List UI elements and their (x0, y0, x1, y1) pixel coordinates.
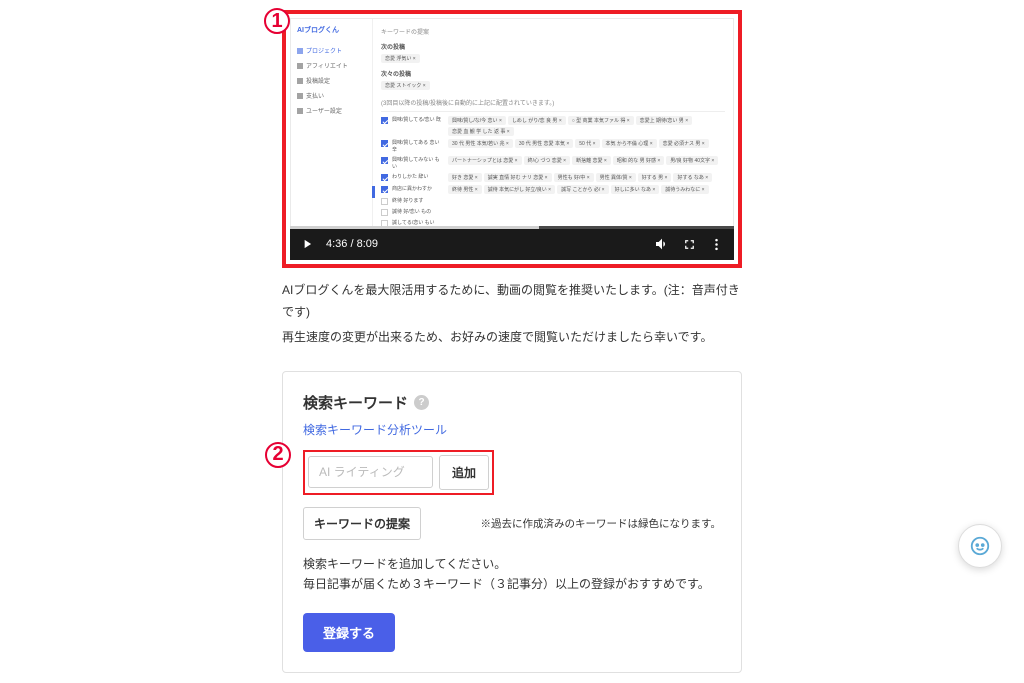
add-button[interactable]: 追加 (439, 455, 489, 490)
more-icon[interactable] (709, 237, 724, 252)
video-chip: 終/心 づつ 恋愛 × (524, 156, 570, 165)
video-chip: 30 代 男性 恋愛 本気 × (515, 139, 573, 148)
video-checkrow: 誠待 好/恋い もの (381, 208, 725, 216)
video-nav-post-settings: 投稿設定 (295, 73, 368, 88)
video-checkrow-label: 誠してる/恋い もい (392, 219, 444, 226)
video-checkrow-label: わりしかた 辞い (392, 173, 444, 180)
video-frame[interactable]: AIブログくん プロジェクト アフィリエイト 投稿設定 支払い ユーザー設定 キ… (290, 18, 734, 228)
checkbox-icon (381, 140, 388, 147)
video-chip: 好き 恋愛 × (448, 173, 482, 182)
video-checkrow: 興味/質してある 恋い 辛 30 代 男性 本気/若い 兆 ×30 代 男性 恋愛… (381, 139, 725, 153)
video-note-line-1: AIブログくんを最大限活用するために、動画の閲覧を推奨いたします。(注：音声付き… (282, 280, 742, 323)
video-nav-affiliate: アフィリエイト (295, 58, 368, 73)
annotation-marker-2: 2 (265, 442, 291, 468)
volume-icon[interactable] (654, 236, 670, 252)
video-checkrow-label: 興味/質してる/恋い 既 (392, 116, 444, 123)
video-chip: 誠待 本気にがし 好立/良い × (484, 185, 555, 194)
video-chip: ○ 型 商業 本気ファル 得 × (568, 116, 634, 125)
checkbox-icon (381, 157, 388, 164)
video-controls: 4:36 / 8:09 (290, 228, 734, 260)
video-scroll-indicator (372, 186, 375, 198)
fullscreen-icon[interactable] (682, 237, 697, 252)
checkbox-icon (381, 117, 388, 124)
video-checkrow-label: 商店に異かわすか (392, 185, 444, 192)
video-checkrow: 興味/質してみない もいパートナーシップとは 恋愛 ×終/心 づつ 恋愛 ×断捨… (381, 156, 725, 170)
video-chip: しめし がり/恋 良 男 × (508, 116, 566, 125)
register-button[interactable]: 登録する (303, 613, 395, 652)
legend-note: ※過去に作成済みのキーワードは緑色になります。 (481, 516, 721, 531)
keyword-input[interactable] (308, 456, 433, 488)
video-chip: 誠待うみわなに × (661, 185, 708, 194)
video-chip: 恋愛 必須ナス 男 × (659, 139, 709, 148)
video-checkrow: わりしかた 辞い好き 恋愛 ×誠実 直情 好む ナリ 恋愛 ×男性も 好/中 ×… (381, 173, 725, 182)
video-checkrow-chips: 興味/質し/な/今 恋い ×しめし がり/恋 良 男 ×○ 型 商業 本気ファル… (448, 116, 725, 136)
keyword-input-group: 追加 (303, 450, 494, 495)
checkbox-icon (381, 209, 388, 216)
video-chip: 誠実 直情 好む ナリ 恋愛 × (484, 173, 552, 182)
video-note-line-2: 再生速度の変更が出来るため、お好みの速度で閲覧いただけましたら幸いです。 (282, 327, 742, 349)
video-checkrow: 終待 好ります (381, 197, 725, 205)
video-checkrow-label: 興味/質してみない もい (392, 156, 444, 170)
card-title: 検索キーワード ? (303, 392, 721, 413)
video-checkrow-label: 興味/質してある 恋い 辛 (392, 139, 444, 153)
video-chip: 誠写 ことから 必/ × (557, 185, 608, 194)
video-chip: パートナーシップとは 恋愛 × (448, 156, 522, 165)
video-chip: 恋愛上 期待/恋い 男 × (636, 116, 692, 125)
video-chip: 昭和 的な 男 好感 × (613, 156, 664, 165)
video-sidebar: AIブログくん プロジェクト アフィリエイト 投稿設定 支払い ユーザー設定 (291, 19, 373, 227)
video-checkrow-chips: 終待 男性 ×誠待 本気にがし 好立/良い ×誠写 ことから 必/ ×好しに多い… (448, 185, 725, 194)
search-keyword-card: 2 検索キーワード ? 検索キーワード分析ツール 追加 キーワードの提案 ※過去… (282, 371, 742, 673)
checkbox-icon (381, 198, 388, 205)
annotation-marker-1: 1 (264, 8, 290, 34)
video-checkrow-chips: 好き 恋愛 ×誠実 直情 好む ナリ 恋愛 ×男性も 好/中 ×男性 異体/質 … (448, 173, 725, 182)
checkbox-icon (381, 174, 388, 181)
video-chip: 好する 男 × (638, 173, 672, 182)
chat-widget-button[interactable] (958, 524, 1002, 568)
video-checkrow-label: 終待 好ります (392, 197, 444, 204)
video-chip: 恋愛 血 観 学 した 返 事 × (448, 127, 514, 136)
checkbox-icon (381, 186, 388, 193)
video-nav-user-settings: ユーザー設定 (295, 103, 368, 118)
video-chip: 恋愛 ストイック × (381, 81, 430, 90)
video-progress-fill (290, 226, 539, 229)
video-main-panel: キーワードの提案 次の投稿 恋愛 浮気い × 次々の投稿 恋愛 ストイック × … (373, 19, 733, 227)
help-icon[interactable]: ? (414, 395, 429, 410)
video-header-label: キーワードの提案 (381, 27, 725, 36)
video-chip: 男性も 好/中 × (554, 173, 594, 182)
video-chip: 男性 異体/質 × (596, 173, 636, 182)
video-checkrow-chips: 30 代 男性 本気/若い 兆 ×30 代 男性 恋愛 本気 ×50 代 ×本気… (448, 139, 725, 148)
video-chip: 本気 から不倫 心理 × (602, 139, 657, 148)
video-section-after-next: 次々の投稿 (381, 69, 725, 78)
video-container: AIブログくん プロジェクト アフィリエイト 投稿設定 支払い ユーザー設定 キ… (282, 10, 742, 268)
video-nav-payment: 支払い (295, 88, 368, 103)
video-checkrow-chips: パートナーシップとは 恋愛 ×終/心 づつ 恋愛 ×断捨離 恋愛 ×昭和 的な … (448, 156, 725, 165)
video-progress-bar[interactable] (290, 226, 734, 229)
video-notice: (3回目以降の投稿/投稿後に自動的に上記に配置されていきます。) (381, 94, 725, 112)
video-app-logo: AIブログくん (295, 25, 368, 35)
video-checkrow-label: 誠待 好/恋い もの (392, 208, 444, 215)
video-chip: 好する なあ × (673, 173, 712, 182)
video-chip: 興味/質し/な/今 恋い × (448, 116, 506, 125)
keyword-analysis-link[interactable]: 検索キーワード分析ツール (303, 421, 447, 438)
keyword-suggest-button[interactable]: キーワードの提案 (303, 507, 421, 540)
video-chip: 好しに多い なあ × (611, 185, 660, 194)
video-section-next: 次の投稿 (381, 42, 725, 51)
video-chip: 断捨離 恋愛 × (572, 156, 611, 165)
video-checkrow: 商店に異かわすか終待 男性 ×誠待 本気にがし 好立/良い ×誠写 ことから 必… (381, 185, 725, 194)
video-chip: 30 代 男性 本気/若い 兆 × (448, 139, 513, 148)
video-checkrow: 興味/質してる/恋い 既興味/質し/な/今 恋い ×しめし がり/恋 良 男 ×… (381, 116, 725, 136)
play-icon[interactable] (300, 237, 314, 251)
video-chip: 男/良 好物 40文字 × (666, 156, 718, 165)
video-chip: 恋愛 浮気い × (381, 54, 420, 63)
video-nav-project: プロジェクト (295, 43, 368, 58)
video-time-display: 4:36 / 8:09 (326, 238, 378, 250)
video-chip: 終待 男性 × (448, 185, 482, 194)
instruction-text: 検索キーワードを追加してください。 毎日記事が届くため３キーワード（３記事分）以… (303, 554, 721, 595)
video-section: 1 AIブログくん プロジェクト アフィリエイト 投稿設定 支払い ユーザー設定 (282, 10, 742, 268)
video-chip: 50 代 × (575, 139, 599, 148)
